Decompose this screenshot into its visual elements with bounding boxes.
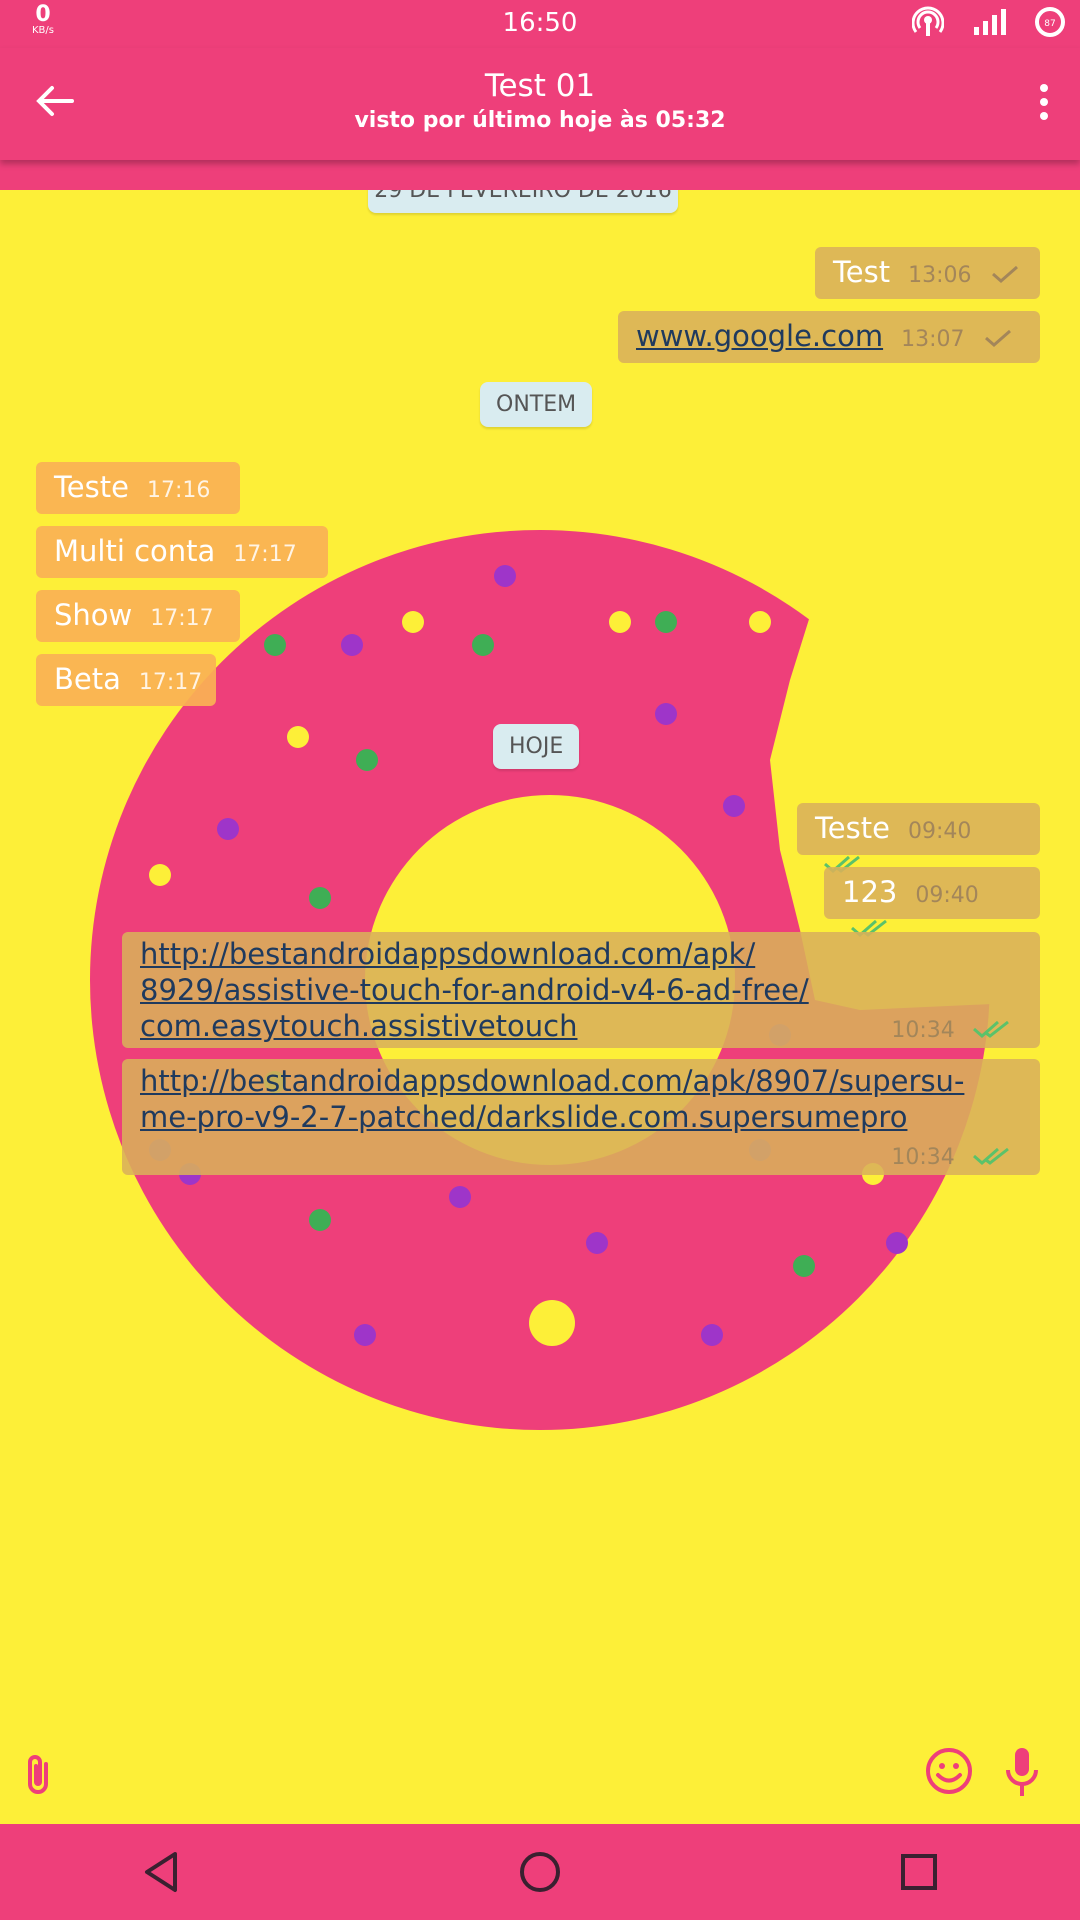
message-time: 13:07 [901,327,965,352]
contact-name[interactable]: Test 01 [0,68,1080,104]
system-nav-bar [0,1824,1080,1920]
read-double-check-icon [973,1147,1009,1165]
message-in[interactable]: Teste 17:16 [36,462,240,514]
message-out-link[interactable]: http://bestandroidappsdownload.com/apk/8… [122,1059,1040,1175]
paperclip-icon[interactable] [20,1750,60,1800]
message-text: Test [833,255,891,289]
microphone-icon[interactable] [1002,1744,1042,1800]
message-out-link[interactable]: http://bestandroidappsdownload.com/apk/ … [122,932,1040,1048]
date-chip-hoje: HOJE [493,724,580,769]
sent-check-icon [991,265,1018,283]
smiley-icon[interactable] [924,1746,974,1796]
message-out[interactable]: Teste 09:40 [797,803,1040,873]
overflow-menu-icon[interactable] [1028,78,1060,126]
link-line[interactable]: http://bestandroidappsdownload.com/apk/ [140,936,1022,972]
message-out[interactable]: 123 09:40 [824,867,1040,937]
message-text: Teste [815,811,890,845]
message-text: Teste [54,470,129,504]
message-out[interactable]: Test 13:06 [815,247,1040,299]
message-in[interactable]: Beta 17:17 [36,654,216,706]
message-text: 123 [842,875,898,909]
composer-bar [0,1730,1080,1820]
message-in[interactable]: Show 17:17 [36,590,240,642]
message-time: 09:40 [915,883,979,908]
message-time: 13:06 [908,263,972,288]
message-time: 10:34 [891,1145,955,1170]
read-double-check-icon [973,1020,1009,1038]
square-recents-icon[interactable] [893,1846,945,1898]
message-text: Beta [54,662,121,696]
message-time: 17:16 [146,478,211,503]
sent-check-icon [984,329,1011,347]
message-text: Show [54,598,133,632]
message-out[interactable]: www.google.com 13:07 [618,311,1040,363]
link-line[interactable]: http://bestandroidappsdownload.com/apk/8… [140,1063,1022,1099]
message-time: 17:17 [233,542,297,567]
chat-header: Test 01 visto por último hoje às 05:32 [0,48,1080,160]
link-line[interactable]: me-pro-v9-2-7-patched/darkslide.com.supe… [140,1099,1022,1135]
message-link[interactable]: www.google.com [636,319,883,353]
message-time: 17:17 [138,670,203,695]
triangle-back-icon[interactable] [135,1846,187,1898]
message-in[interactable]: Multi conta 17:17 [36,526,328,578]
circle-home-icon[interactable] [514,1846,566,1898]
message-time: 09:40 [907,819,972,844]
last-seen: visto por último hoje às 05:32 [354,108,726,133]
message-text: Multi conta [54,534,216,568]
date-chip-ontem: ONTEM [480,382,593,427]
message-time: 10:34 [891,1018,955,1043]
link-line[interactable]: 8929/assistive-touch-for-android-v4-6-ad… [140,972,1022,1008]
header-band [0,160,1080,190]
message-time: 17:17 [150,606,214,631]
